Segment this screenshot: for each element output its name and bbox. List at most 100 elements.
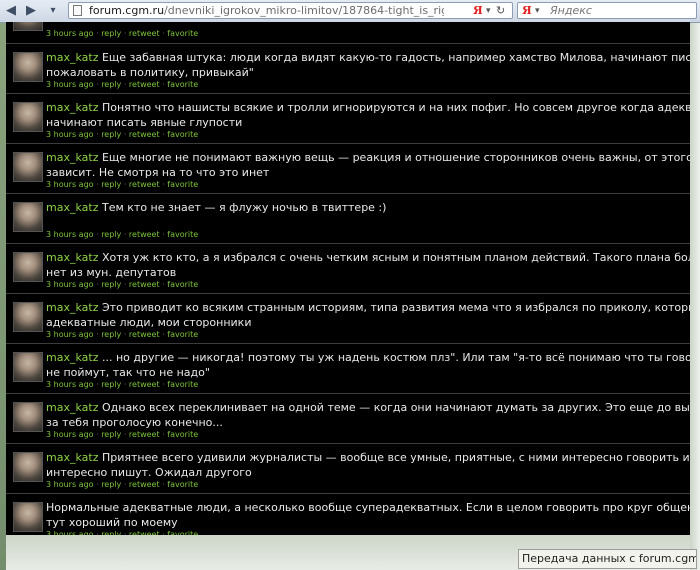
tweet-line-text: Хотя уж кто кто, а я избрался с очень че… <box>101 251 690 264</box>
address-bar[interactable]: forum.cgm.ru/dnevniki_igrokov_mikro-limi… <box>68 2 513 19</box>
favorite-link[interactable]: favorite <box>167 230 198 239</box>
favorite-link[interactable]: favorite <box>167 480 198 489</box>
reply-link[interactable]: reply <box>101 130 121 139</box>
tweet-username[interactable]: max_katz <box>46 51 98 64</box>
tweet-text: max_katz Тем кто не знает — я флужу ночь… <box>46 200 690 215</box>
retweet-link[interactable]: retweet <box>129 180 160 189</box>
avatar[interactable] <box>13 102 43 132</box>
avatar[interactable] <box>13 302 43 332</box>
tweet-timestamp[interactable]: 3 hours ago <box>46 480 94 489</box>
reply-link[interactable]: reply <box>101 280 121 289</box>
retweet-link[interactable]: retweet <box>129 430 160 439</box>
separator: · <box>162 480 165 489</box>
avatar[interactable] <box>13 52 43 82</box>
tweet-timestamp[interactable]: 3 hours ago <box>46 430 94 439</box>
back-icon[interactable]: ◀ <box>2 2 20 20</box>
tweet-username[interactable]: max_katz <box>46 151 98 164</box>
tweet-username[interactable]: max_katz <box>46 301 98 314</box>
tweet-timestamp[interactable]: 3 hours ago <box>46 330 94 339</box>
retweet-link[interactable]: retweet <box>129 480 160 489</box>
tweet-line: max_katz Понятно что нашисты всякие и тр… <box>46 100 690 115</box>
favorite-link[interactable]: favorite <box>167 180 198 189</box>
tweet-line-text: интересно пишут. Ожидал другого <box>46 466 252 479</box>
tweet-timestamp[interactable]: 3 hours ago <box>46 380 94 389</box>
favorite-link[interactable]: favorite <box>167 80 198 89</box>
tweet-timestamp[interactable]: 3 hours ago <box>46 180 94 189</box>
tweet-timestamp[interactable]: 3 hours ago <box>46 80 94 89</box>
yandex-logo-icon[interactable]: Я <box>473 4 483 18</box>
reply-link[interactable]: reply <box>101 330 121 339</box>
tweet-username[interactable]: max_katz <box>46 351 98 364</box>
retweet-link[interactable]: retweet <box>129 230 160 239</box>
retweet-link[interactable]: retweet <box>129 330 160 339</box>
reply-link[interactable]: reply <box>101 180 121 189</box>
tweet-username[interactable]: max_katz <box>46 201 98 214</box>
retweet-link[interactable]: retweet <box>129 29 160 38</box>
forward-icon[interactable]: ▶ <box>22 2 40 20</box>
tweet-line: Нормальные адекватные люди, а несколько … <box>46 500 690 515</box>
avatar[interactable] <box>13 502 43 532</box>
reply-link[interactable]: reply <box>101 480 121 489</box>
url-dropdown-icon[interactable]: ▾ <box>486 4 491 18</box>
favorite-link[interactable]: favorite <box>167 380 198 389</box>
search-box[interactable]: Я ▾ <box>517 2 697 19</box>
tweet-meta: 3 hours ago · reply · retweet · favorite <box>46 80 198 90</box>
tweet-line-text: начинают писать явные глупости <box>46 116 243 129</box>
retweet-link[interactable]: retweet <box>129 130 160 139</box>
favorite-link[interactable]: favorite <box>167 430 198 439</box>
retweet-link[interactable]: retweet <box>129 380 160 389</box>
avatar[interactable] <box>13 22 43 31</box>
avatar[interactable] <box>13 152 43 182</box>
tweet-timestamp[interactable]: 3 hours ago <box>46 29 94 38</box>
tweet-text: max_katz Еще многие не понимают важную в… <box>46 150 690 180</box>
retweet-link[interactable]: retweet <box>129 280 160 289</box>
tweet-timestamp[interactable]: 3 hours ago <box>46 130 94 139</box>
tweet-line: max_katz Еще забавная штука: люди когда … <box>46 50 690 65</box>
avatar[interactable] <box>13 402 43 432</box>
separator: · <box>162 130 165 139</box>
favorite-link[interactable]: favorite <box>167 29 198 38</box>
separator: · <box>96 130 99 139</box>
scrollbar-track[interactable] <box>690 23 700 570</box>
reply-link[interactable]: reply <box>101 230 121 239</box>
search-input[interactable] <box>550 3 690 18</box>
tweet-timestamp[interactable]: 3 hours ago <box>46 280 94 289</box>
favorite-link[interactable]: favorite <box>167 130 198 139</box>
tweet-line: за тебя проголосую конечно... <box>46 415 690 430</box>
favorite-link[interactable]: favorite <box>167 280 198 289</box>
avatar[interactable] <box>13 452 43 482</box>
tweet-timestamp[interactable]: 3 hours ago <box>46 230 94 239</box>
tweet-text: max_katz Хотя уж кто кто, а я избрался с… <box>46 250 690 280</box>
tweet-username[interactable]: max_katz <box>46 401 98 414</box>
tweet-meta: 3 hours ago · reply · retweet · favorite <box>46 280 198 290</box>
tweet-line: тут хороший по моему <box>46 515 690 530</box>
reply-link[interactable]: reply <box>101 29 121 38</box>
separator: · <box>162 29 165 38</box>
separator: · <box>162 280 165 289</box>
avatar[interactable] <box>13 252 43 282</box>
tweet-username[interactable]: max_katz <box>46 451 98 464</box>
tweet-item: max_katz Это приводит ко всяким странным… <box>6 293 690 342</box>
reply-link[interactable]: reply <box>101 380 121 389</box>
tweet-line: max_katz Однако всех переклинивает на од… <box>46 400 690 415</box>
favorite-link[interactable]: favorite <box>167 330 198 339</box>
tweet-meta: 3 hours ago · reply · retweet · favorite <box>46 430 198 440</box>
separator: · <box>123 480 127 489</box>
tweet-item: там есть это такое отношение3 hours ago … <box>6 22 690 42</box>
tweet-username[interactable]: max_katz <box>46 251 98 264</box>
avatar[interactable] <box>13 352 43 382</box>
yandex-search-logo-icon[interactable]: Я <box>522 4 532 18</box>
retweet-link[interactable]: retweet <box>129 80 160 89</box>
reply-link[interactable]: reply <box>101 430 121 439</box>
reload-icon[interactable]: ↻ <box>496 4 505 18</box>
tweet-line-text: тут хороший по моему <box>46 516 178 529</box>
reply-link[interactable]: reply <box>101 80 121 89</box>
tweet-line-text: Понятно что нашисты всякие и тролли игно… <box>101 101 690 114</box>
url-text[interactable]: forum.cgm.ru/dnevniki_igrokov_mikro-limi… <box>89 4 444 18</box>
search-engine-dropdown-icon[interactable]: ▾ <box>535 4 540 18</box>
tweet-username[interactable]: max_katz <box>46 101 98 114</box>
tweet-meta: 3 hours ago · reply · retweet · favorite <box>46 130 198 140</box>
avatar[interactable] <box>13 202 43 232</box>
separator: · <box>123 29 127 38</box>
history-dropdown-icon[interactable]: ▾ <box>44 2 62 20</box>
